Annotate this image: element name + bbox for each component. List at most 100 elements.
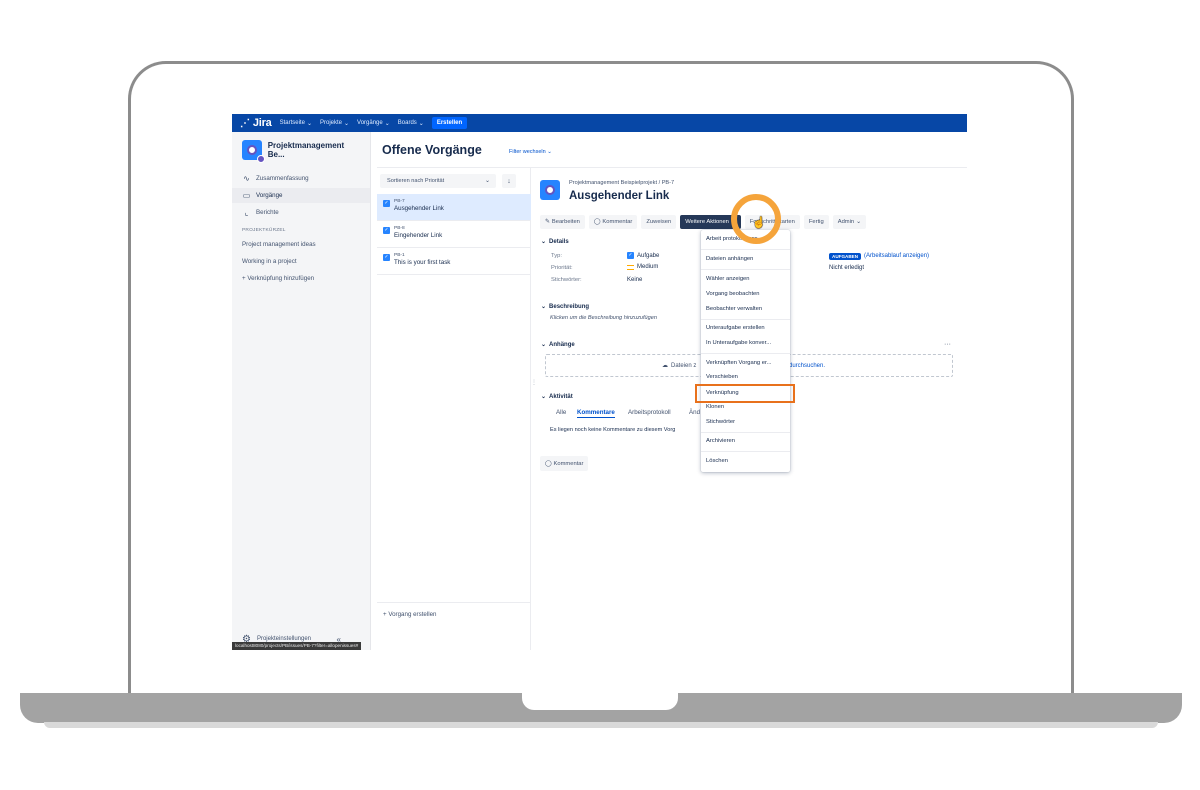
list-item[interactable]: ✓ PB-7 Ausgehender Link: [377, 194, 531, 221]
more-actions-menu: Arbeit protokollieren Dateien anhängen W…: [701, 230, 790, 472]
menu-item-show-voters[interactable]: Wähler anzeigen: [701, 276, 790, 282]
nav-vorgaenge[interactable]: Vorgänge ⌄: [357, 120, 390, 127]
menu-item-convert-subtask[interactable]: In Unteraufgabe konver...: [701, 340, 790, 346]
sidebar-link-ideas[interactable]: Project management ideas: [232, 236, 370, 253]
jira-logo-text: Jira: [252, 117, 272, 129]
issue-title: Ausgehender Link: [569, 190, 670, 202]
sort-select[interactable]: Sortieren nach Priorität ⌄: [380, 174, 496, 188]
chevron-down-icon: ⌄: [418, 120, 424, 127]
menu-item-delete[interactable]: Löschen: [701, 458, 790, 464]
menu-divider: [701, 319, 790, 320]
menu-item-move[interactable]: Verschieben: [701, 374, 790, 380]
resolution-value: Nicht erledigt: [829, 265, 865, 271]
sidebar-item-reports[interactable]: ⌞ Berichte: [232, 205, 370, 220]
admin-button-label: Admin: [837, 219, 855, 225]
sidebar-item-label: Vorgänge: [256, 192, 283, 199]
issues-icon: ▭: [242, 191, 251, 200]
nav-startseite-label: Startseite: [279, 120, 305, 126]
attachments-heading: Anhänge: [549, 341, 575, 348]
details-section-toggle[interactable]: ⌄ Details: [541, 238, 569, 246]
admin-button[interactable]: Admin ⌄: [832, 215, 866, 229]
chevron-down-icon: ⌄: [547, 149, 552, 155]
menu-divider: [701, 353, 790, 354]
cloud-upload-icon: ☁: [662, 363, 668, 369]
filter-switch-link[interactable]: Filter wechseln ⌄: [509, 149, 552, 155]
task-type-icon: ✓: [383, 227, 390, 234]
priority-label: Priorität:: [551, 265, 573, 271]
edit-button-label: Bearbeiten: [551, 219, 580, 225]
issue-summary: Eingehender Link: [394, 232, 443, 239]
browse-link[interactable]: durchsuchen.: [789, 363, 825, 369]
project-avatar: [242, 140, 265, 163]
tab-history[interactable]: Änd: [689, 409, 700, 416]
create-issue-link[interactable]: + Vorgang erstellen: [383, 611, 437, 618]
menu-item-create-linked[interactable]: Verknüpften Vorgang er...: [701, 360, 790, 366]
highlight-annotation: [695, 384, 795, 403]
hand-cursor-icon: ☝: [752, 217, 766, 229]
sort-direction-button[interactable]: ↓: [502, 174, 516, 188]
issue-list: Sortieren nach Priorität ⌄ ↓ ✓ PB-7 Ausge…: [377, 168, 531, 650]
tab-worklog[interactable]: Arbeitsprotokoll: [628, 409, 671, 416]
nav-vorgaenge-label: Vorgänge: [357, 120, 383, 126]
menu-item-clone[interactable]: Klonen: [701, 404, 790, 410]
chevron-down-icon: ⌄: [541, 304, 547, 310]
task-type-icon: ✓: [627, 252, 634, 259]
laptop-notch: [522, 693, 678, 710]
menu-item-create-subtask[interactable]: Unteraufgabe erstellen: [701, 325, 790, 331]
chevron-down-icon: ⌄: [856, 219, 861, 225]
chevron-down-icon: ⌄: [541, 239, 547, 245]
project-avatar: [540, 180, 560, 200]
resize-handle[interactable]: ⋮: [531, 379, 537, 386]
comment-button[interactable]: ◯ Kommentar: [588, 215, 638, 229]
menu-item-manage-watchers[interactable]: Beobachter verwalten: [701, 306, 790, 312]
create-button[interactable]: Erstellen: [431, 117, 468, 129]
menu-item-archive[interactable]: Archivieren: [701, 438, 790, 444]
sidebar-item-label: Berichte: [256, 209, 279, 216]
sort-controls: Sortieren nach Priorität ⌄ ↓: [380, 174, 516, 188]
issue-key: PB-8: [394, 226, 405, 231]
comment-icon: ◯: [593, 219, 601, 225]
attachments-section-toggle[interactable]: ⌄ Anhänge: [541, 341, 575, 349]
chevron-down-icon: ⌄: [344, 120, 350, 127]
workflow-link[interactable]: (Arbeitsablauf anzeigen): [864, 253, 929, 259]
arrow-down-icon: ↓: [507, 177, 511, 185]
sidebar-item-summary[interactable]: ∿ Zusammenfassung: [232, 171, 370, 186]
issue-key: PB-7: [394, 199, 405, 204]
nav-projekte[interactable]: Projekte ⌄: [320, 120, 349, 127]
assign-button[interactable]: Zuweisen: [641, 215, 677, 229]
sidebar-item-issues[interactable]: ▭ Vorgänge: [232, 188, 370, 203]
list-item[interactable]: ✓ PB-8 Eingehender Link: [377, 221, 531, 248]
dropzone-text: ☁ Dateien z: [662, 362, 696, 370]
done-button[interactable]: Fertig: [803, 215, 829, 229]
sidebar-link-working[interactable]: Working in a project: [232, 253, 370, 270]
filter-switch-label: Filter wechseln: [509, 149, 546, 155]
pencil-icon: ✎: [545, 219, 550, 225]
chart-icon: ⌞: [244, 208, 249, 217]
nav-boards[interactable]: Boards ⌄: [398, 120, 424, 127]
status-badge[interactable]: AUFGABEN: [829, 253, 862, 260]
jira-logo[interactable]: ⋰ Jira: [240, 117, 272, 129]
attachments-more-button[interactable]: ···: [944, 341, 951, 348]
menu-item-labels[interactable]: Stichwörter: [701, 419, 790, 425]
menu-item-watch-issue[interactable]: Vorgang beobachten: [701, 291, 790, 297]
list-item[interactable]: ✓ PB-1 This is your first task: [377, 248, 531, 275]
nav-boards-label: Boards: [397, 120, 417, 126]
description-section-toggle[interactable]: ⌄ Beschreibung: [541, 303, 589, 311]
tab-all[interactable]: Alle: [556, 409, 566, 416]
description-placeholder[interactable]: Klicken um die Beschreibung hinzuzufügen: [550, 315, 657, 321]
project-name: Projektmanagement Be...: [267, 141, 345, 159]
tab-comments[interactable]: Kommentare: [577, 409, 615, 418]
sidebar-link-add-shortcut[interactable]: + Verknüpfung hinzufügen: [232, 270, 370, 287]
activity-section-toggle[interactable]: ⌄ Aktivität: [541, 393, 573, 401]
breadcrumb-key[interactable]: PB-7: [662, 180, 674, 186]
priority-value-text: Medium: [637, 264, 659, 270]
nav-projekte-label: Projekte: [319, 120, 342, 126]
add-comment-button[interactable]: ◯ Kommentar: [540, 456, 589, 471]
breadcrumb-project[interactable]: Projektmanagement Beispielprojekt: [569, 180, 657, 186]
no-comments-text: Es liegen noch keine Kommentare zu diese…: [550, 427, 676, 433]
nav-startseite[interactable]: Startseite ⌄: [280, 120, 312, 127]
priority-medium-icon: [627, 264, 634, 270]
project-header[interactable]: Projektmanagement Be...: [232, 132, 370, 168]
menu-item-attach-files[interactable]: Dateien anhängen: [701, 256, 790, 262]
edit-button[interactable]: ✎ Bearbeiten: [540, 215, 585, 229]
